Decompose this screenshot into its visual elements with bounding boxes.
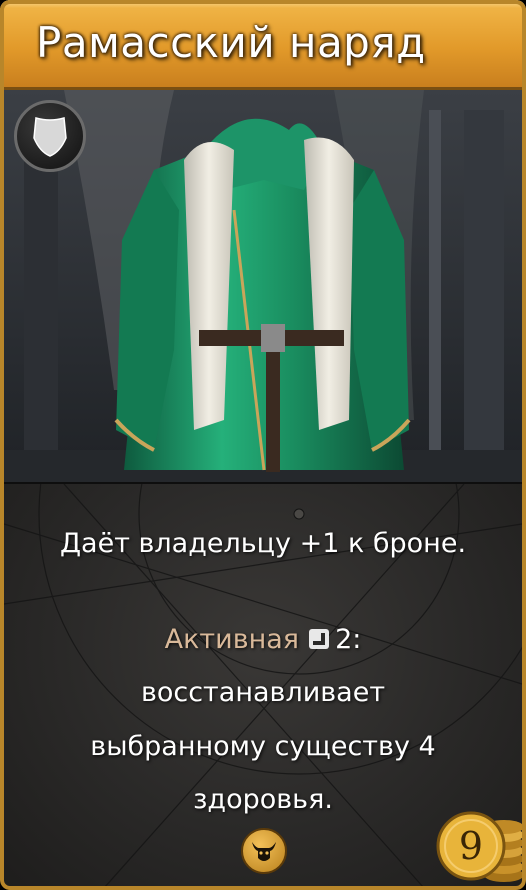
- card-description: Даёт владельцу +1 к броне.: [59, 528, 467, 559]
- card-title: Рамасский наряд: [36, 18, 426, 67]
- square-corner-icon: [309, 629, 330, 649]
- active-ability-header: Активная 2:: [0, 624, 526, 655]
- gold-cost: 9: [458, 824, 484, 868]
- active-text-line-1: восстанавливает: [140, 677, 386, 708]
- item-card[interactable]: Рамасский наряд Даёт владельцу +1 к брон…: [0, 0, 526, 890]
- bull-skull-icon: [252, 842, 276, 861]
- shield-icon: [33, 117, 67, 157]
- active-cost: 2:: [335, 624, 362, 655]
- title-bar: Рамасский наряд: [0, 0, 526, 90]
- item-type-badge: [14, 100, 86, 172]
- faction-badge: [241, 828, 287, 874]
- active-text-line-2: выбранному существу 4: [90, 731, 436, 762]
- active-label: Активная: [164, 624, 300, 655]
